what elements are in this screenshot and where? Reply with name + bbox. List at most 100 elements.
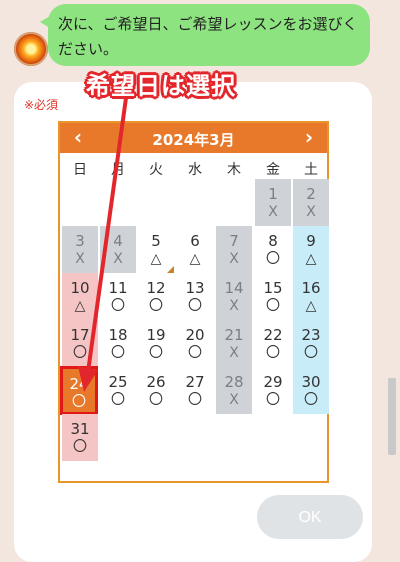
availability-mark: X — [306, 204, 316, 220]
day-number: 4 — [113, 232, 123, 250]
day-number: 26 — [146, 373, 166, 391]
day-cell-27[interactable]: 27 〇 — [177, 367, 213, 414]
day-cell-10[interactable]: 10 △ — [62, 273, 98, 320]
availability-mark: X — [75, 251, 85, 267]
day-number: 12 — [146, 279, 166, 297]
day-number: 17 — [70, 326, 90, 344]
day-number: 22 — [263, 326, 283, 344]
day-number: 7 — [229, 232, 239, 250]
day-number: 2 — [306, 185, 316, 203]
availability-mark: X — [268, 204, 278, 220]
day-cell-17[interactable]: 17 〇 — [62, 320, 98, 367]
availability-mark: 〇 — [266, 345, 280, 361]
availability-mark: X — [229, 392, 239, 408]
day-number: 25 — [108, 373, 128, 391]
availability-mark: X — [229, 251, 239, 267]
availability-mark: 〇 — [188, 298, 202, 314]
day-number: 30 — [301, 373, 321, 391]
day-number: 19 — [146, 326, 166, 344]
chat-message-text: 次に、ご希望日、ご希望レッスンをお選びください。 — [58, 15, 358, 58]
availability-mark: △ — [189, 251, 201, 267]
day-cell-26[interactable]: 26 〇 — [138, 367, 174, 414]
availability-mark: 〇 — [266, 392, 280, 408]
annotation-callout: 希望日は選択 — [86, 72, 236, 100]
day-cell-14: 14 X — [216, 273, 252, 320]
day-number: 6 — [190, 232, 200, 250]
day-cell-20[interactable]: 20 〇 — [177, 320, 213, 367]
availability-mark: △ — [305, 251, 317, 267]
availability-mark: X — [113, 251, 123, 267]
availability-mark: X — [229, 345, 239, 361]
availability-mark: 〇 — [304, 392, 318, 408]
day-cell-28: 28 X — [216, 367, 252, 414]
day-cell-1: 1X — [255, 179, 291, 226]
day-cell-16[interactable]: 16 △ — [293, 273, 329, 320]
day-cell-8[interactable]: 8〇 — [255, 226, 291, 273]
day-cell-22[interactable]: 22 〇 — [255, 320, 291, 367]
day-cell-5[interactable]: 5 △ — [138, 226, 174, 273]
required-label: ※必須 — [24, 98, 59, 112]
day-cell-23[interactable]: 23 〇 — [293, 320, 329, 367]
day-number: 20 — [185, 326, 205, 344]
calendar-header: ‹ 2024年3月 › — [60, 123, 327, 153]
day-cell-12[interactable]: 12 〇 — [138, 273, 174, 320]
day-cell-2: 2X — [293, 179, 329, 226]
availability-mark: △ — [74, 298, 86, 314]
availability-mark: 〇 — [149, 345, 163, 361]
chat-message-bubble: 次に、ご希望日、ご希望レッスンをお選びください。 — [48, 4, 370, 66]
day-number: 13 — [185, 279, 205, 297]
next-month-icon[interactable]: › — [297, 125, 321, 149]
day-cell-30[interactable]: 30 〇 — [293, 367, 329, 414]
day-number: 23 — [301, 326, 321, 344]
day-number: 31 — [70, 420, 90, 438]
availability-mark: 〇 — [111, 345, 125, 361]
day-number: 1 — [268, 185, 278, 203]
availability-mark: 〇 — [266, 298, 280, 314]
weekday-label: 土 — [304, 162, 318, 178]
day-cell-25[interactable]: 25 〇 — [100, 367, 136, 414]
day-number: 27 — [185, 373, 205, 391]
availability-mark: 〇 — [188, 345, 202, 361]
day-cell-24[interactable]: 24 〇 — [60, 366, 98, 415]
day-number: 18 — [108, 326, 128, 344]
availability-mark: 〇 — [111, 392, 125, 408]
availability-mark: 〇 — [73, 439, 87, 455]
day-number: 5 — [151, 232, 161, 250]
day-number: 8 — [268, 232, 278, 250]
corner-marker-icon — [167, 266, 174, 273]
availability-mark: 〇 — [266, 251, 280, 267]
day-cell-21: 21 X — [216, 320, 252, 367]
weekday-label: 水 — [188, 162, 202, 178]
day-cell-31[interactable]: 31 〇 — [62, 414, 98, 461]
availability-mark: X — [229, 298, 239, 314]
day-cell-29[interactable]: 29 〇 — [255, 367, 291, 414]
availability-mark: 〇 — [149, 298, 163, 314]
day-cell-6[interactable]: 6 △ — [177, 226, 213, 273]
availability-mark: 〇 — [304, 345, 318, 361]
day-number: 3 — [75, 232, 85, 250]
weekday-label: 火 — [149, 162, 163, 178]
day-cell-15[interactable]: 15 〇 — [255, 273, 291, 320]
availability-mark: △ — [305, 298, 317, 314]
availability-mark: 〇 — [149, 392, 163, 408]
day-number: 28 — [224, 373, 244, 391]
weekday-label: 月 — [111, 162, 125, 178]
scrollbar-thumb[interactable] — [388, 378, 396, 455]
day-number: 14 — [224, 279, 244, 297]
day-cell-4: 4X — [100, 226, 136, 273]
day-cell-13[interactable]: 13 〇 — [177, 273, 213, 320]
day-number: 29 — [263, 373, 283, 391]
day-cell-11[interactable]: 11 〇 — [100, 273, 136, 320]
day-cell-7: 7X — [216, 226, 252, 273]
day-cell-18[interactable]: 18 〇 — [100, 320, 136, 367]
avatar-icon — [14, 32, 48, 66]
weekday-label: 日 — [73, 162, 87, 178]
ok-button[interactable]: OK — [257, 495, 363, 539]
calendar: ‹ 2024年3月 › 日月火水木金土 1 X 2 X 3 X 4 X 5 △ 6 △ 7 X 8 〇 9 △ 10… — [58, 121, 329, 483]
weekday-label: 木 — [227, 162, 241, 178]
day-number: 11 — [108, 279, 128, 297]
day-cell-19[interactable]: 19 〇 — [138, 320, 174, 367]
day-cell-9[interactable]: 9 △ — [293, 226, 329, 273]
availability-mark: 〇 — [188, 392, 202, 408]
day-number: 21 — [224, 326, 244, 344]
